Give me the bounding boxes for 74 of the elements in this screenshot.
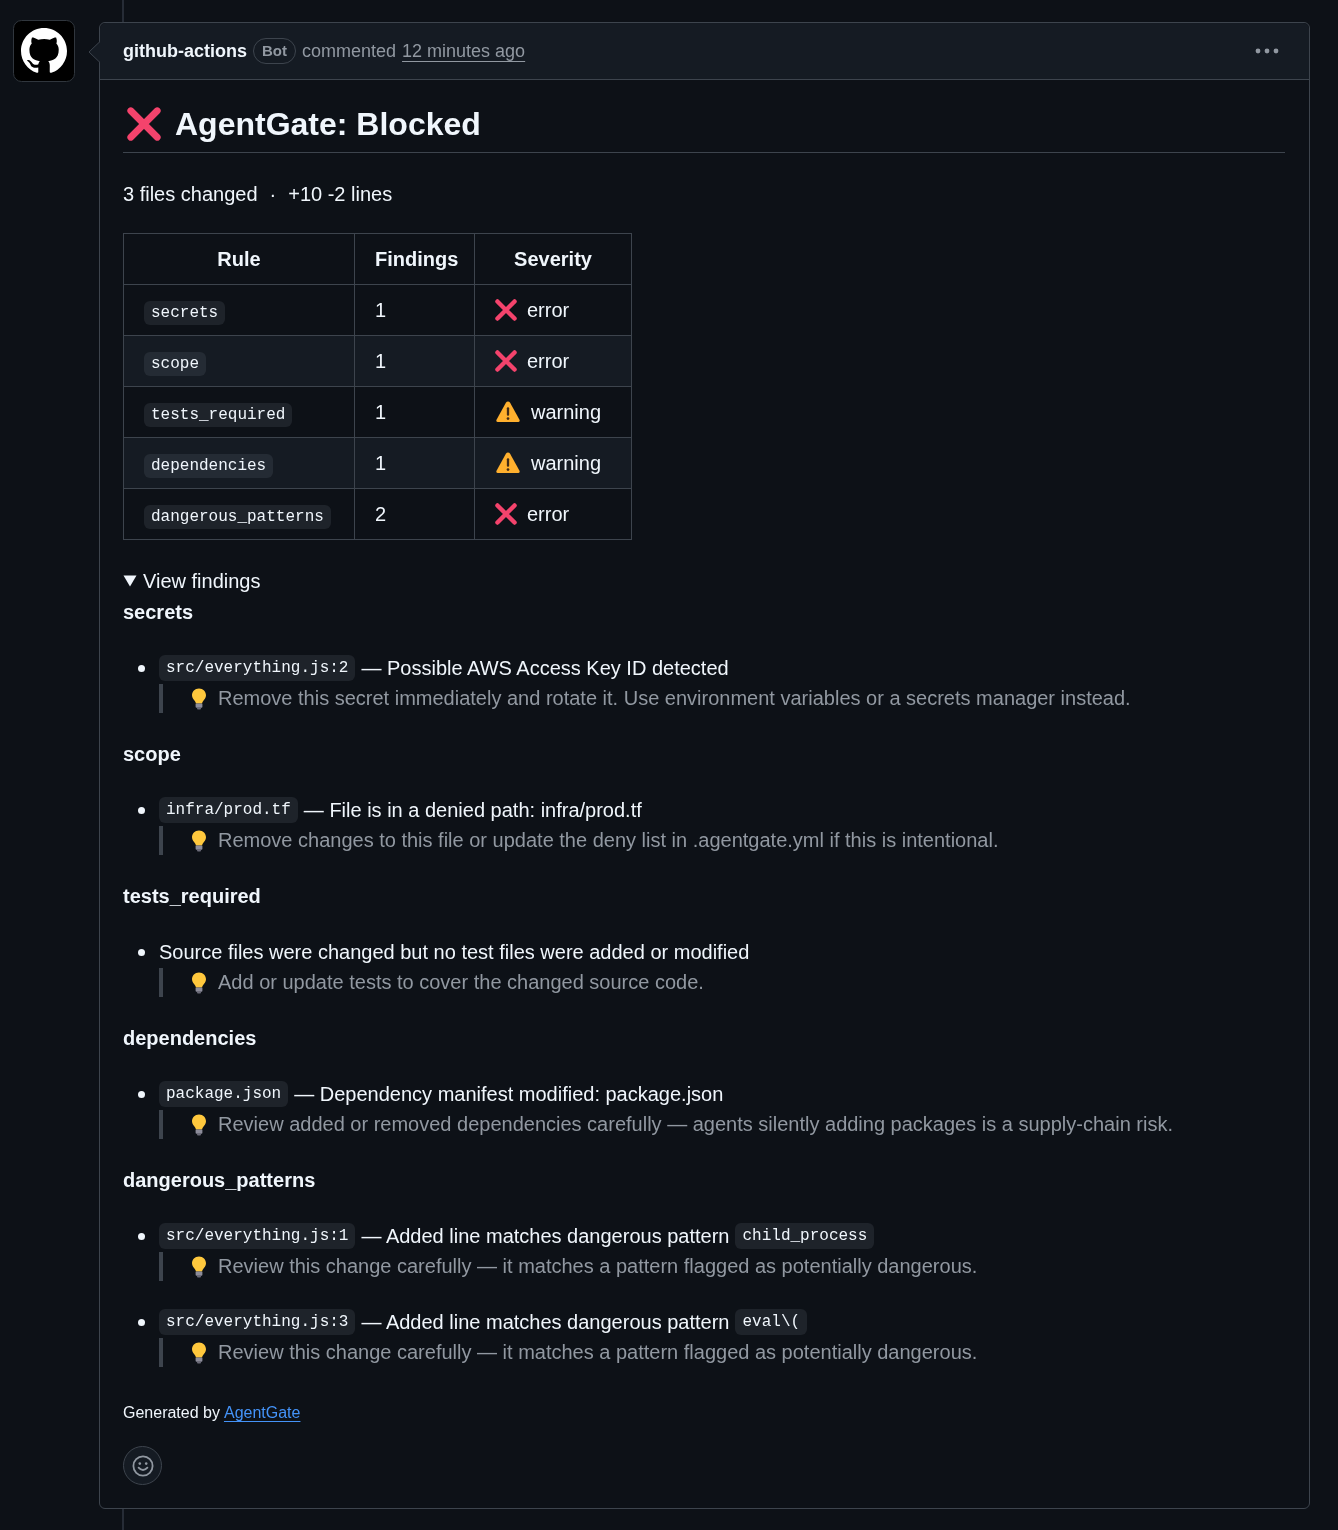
separator-dot: · bbox=[269, 182, 277, 207]
findings-count: 1 bbox=[375, 401, 387, 423]
cat-logo-icon[interactable] bbox=[13, 20, 75, 82]
footer-link[interactable]: AgentGate bbox=[223, 1401, 301, 1425]
column-header: Severity bbox=[474, 233, 632, 285]
bullet-icon bbox=[137, 1319, 145, 1326]
footer-text: Generated by bbox=[123, 1403, 220, 1423]
more-options-icon[interactable] bbox=[1255, 48, 1279, 54]
finding-message: — Added line matches dangerous pattern bbox=[361, 1224, 730, 1249]
severity-label: warning bbox=[531, 400, 602, 425]
finding-message: — Dependency manifest modified: package.json bbox=[294, 1082, 724, 1107]
cross-mark-icon bbox=[495, 350, 517, 372]
finding-message: — File is in a denied path: infra/prod.tf bbox=[303, 798, 642, 823]
findings-count: 2 bbox=[375, 503, 387, 525]
lightbulb-icon bbox=[191, 1341, 207, 1364]
cross-mark-icon bbox=[495, 299, 517, 321]
file-path-code: src/everything.js:1 bbox=[159, 1223, 356, 1249]
comment-action: commented bbox=[302, 40, 397, 63]
section-heading: dangerous_patterns bbox=[123, 1168, 317, 1193]
cross-mark-icon bbox=[495, 503, 517, 525]
file-path-code: src/everything.js:2 bbox=[159, 655, 356, 681]
add-reaction-button[interactable] bbox=[123, 1446, 162, 1485]
file-path-code: src/everything.js:3 bbox=[159, 1309, 356, 1335]
rule-code: tests_required bbox=[144, 403, 293, 427]
hint-text: Review added or removed dependencies carefully — agents silently adding packages is a supply-chain risk. bbox=[218, 1112, 1173, 1137]
severity-label: error bbox=[527, 298, 570, 323]
rule-code: secrets bbox=[144, 301, 226, 325]
hint-text: Remove this secret immediately and rotate it. Use environment variables or a secrets manager instead. bbox=[218, 686, 1131, 711]
author-name[interactable]: github-actions bbox=[123, 38, 247, 64]
hint-text: Review this change carefully — it matches a pattern flagged as potentially dangerous. bbox=[218, 1254, 978, 1279]
smiley-icon bbox=[131, 1454, 154, 1477]
timestamp-link[interactable]: 12 minutes ago bbox=[402, 38, 526, 64]
bullet-icon bbox=[137, 665, 145, 672]
finding-message: — Added line matches dangerous pattern bbox=[361, 1310, 730, 1335]
cross-mark-icon bbox=[127, 107, 161, 141]
lightbulb-icon bbox=[191, 829, 207, 852]
section-heading: scope bbox=[123, 742, 182, 767]
column-header: Rule bbox=[123, 233, 355, 285]
finding-message: Source files were changed but no test files were added or modified bbox=[159, 940, 750, 965]
view-findings-toggle[interactable]: View findings bbox=[123, 566, 261, 596]
section-heading: dependencies bbox=[123, 1026, 258, 1051]
findings-count: 1 bbox=[375, 350, 387, 372]
severity-label: error bbox=[527, 502, 570, 527]
rule-code: dependencies bbox=[144, 454, 274, 478]
hint-text: Review this change carefully — it matches a pattern flagged as potentially dangerous. bbox=[218, 1340, 978, 1365]
hint-text: Add or update tests to cover the changed source code. bbox=[218, 970, 704, 995]
bullet-icon bbox=[137, 949, 145, 956]
lightbulb-icon bbox=[191, 971, 207, 994]
bullet-icon bbox=[137, 1233, 145, 1240]
lightbulb-icon bbox=[191, 1113, 207, 1136]
lines-changed-text: +10 -2 lines bbox=[288, 182, 393, 207]
warning-triangle-icon bbox=[495, 452, 521, 474]
pattern-code: eval\( bbox=[735, 1309, 808, 1335]
pattern-code: child_process bbox=[735, 1223, 875, 1249]
lightbulb-icon bbox=[191, 1255, 207, 1278]
warning-triangle-icon bbox=[495, 401, 521, 423]
findings-count: 1 bbox=[375, 299, 387, 321]
rule-code: dangerous_patterns bbox=[144, 505, 331, 529]
files-changed-text: 3 files changed bbox=[123, 182, 258, 207]
lightbulb-icon bbox=[191, 687, 207, 710]
findings-count: 1 bbox=[375, 452, 387, 474]
bullet-icon bbox=[137, 807, 145, 814]
severity-label: error bbox=[527, 349, 570, 374]
section-heading: secrets bbox=[123, 600, 195, 625]
finding-message: — Possible AWS Access Key ID detected bbox=[361, 656, 729, 681]
bullet-icon bbox=[137, 1091, 145, 1098]
title-text: AgentGate: Blocked bbox=[175, 105, 481, 144]
rule-code: scope bbox=[144, 352, 206, 376]
section-heading: tests_required bbox=[123, 884, 262, 909]
file-path-code: infra/prod.tf bbox=[159, 797, 298, 823]
hint-text: Remove changes to this file or update the deny list in .agentgate.yml if this is intentional. bbox=[218, 828, 999, 853]
severity-label: warning bbox=[531, 451, 602, 476]
file-path-code: package.json bbox=[159, 1081, 289, 1107]
column-header: Findings bbox=[354, 233, 475, 285]
